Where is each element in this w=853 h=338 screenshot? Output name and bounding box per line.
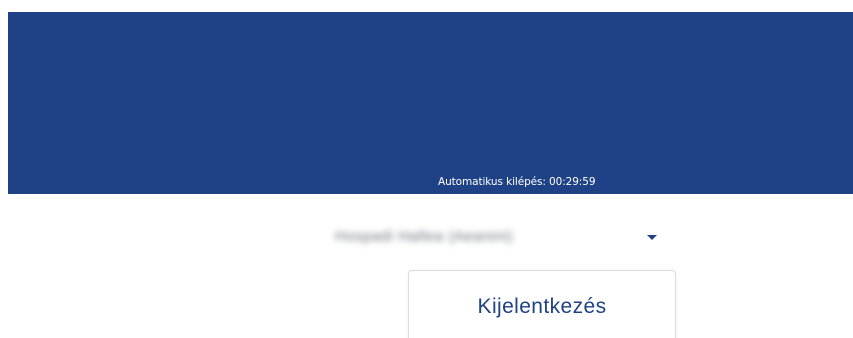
user-name: Hospadi Hallea (Aeanini) — [335, 227, 513, 245]
user-menu-toggle[interactable]: Hospadi Hallea (Aeanini) — [335, 222, 657, 250]
page: Automatikus kilépés: 00:29:59 Hospadi Ha… — [0, 0, 853, 338]
header-bar — [8, 12, 853, 194]
user-dropdown-menu: Kijelentkezés — [408, 270, 676, 338]
caret-down-icon[interactable] — [647, 234, 657, 240]
auto-logout-timer: Automatikus kilépés: 00:29:59 — [438, 176, 596, 188]
logout-menu-item[interactable]: Kijelentkezés — [409, 271, 675, 338]
